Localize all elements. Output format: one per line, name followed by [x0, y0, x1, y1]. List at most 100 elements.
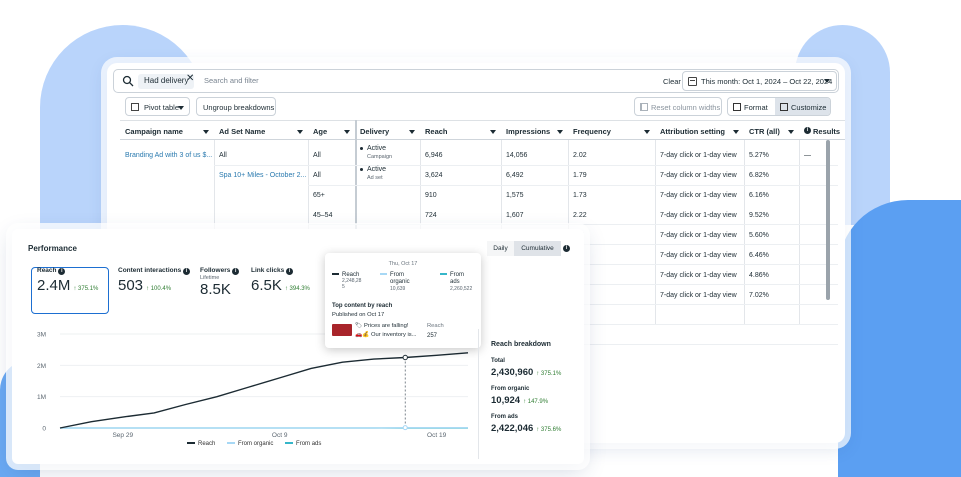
format-label: Format — [744, 103, 768, 112]
table-cell: All — [313, 172, 321, 179]
legend-ads: From ads — [296, 441, 322, 447]
tooltip-reach: Reach 2,248,28 5 — [332, 272, 361, 290]
column-header[interactable]: Impressions — [501, 120, 568, 140]
ungroup-breakdowns-button[interactable]: Ungroup breakdowns — [196, 97, 276, 116]
format-button[interactable]: Format — [728, 98, 775, 115]
column-header[interactable]: Age — [308, 120, 355, 140]
legend-reach: Reach — [198, 441, 216, 447]
table-cell: 7-day click or 1-day view — [660, 272, 737, 279]
table-cell: 3,624 — [425, 172, 443, 179]
table-cell: 1,575 — [506, 192, 524, 199]
table-cell: 7-day click or 1-day view — [660, 252, 737, 259]
reset-label: Reset column widths — [651, 103, 721, 112]
divider — [655, 140, 656, 325]
reach-breakdown: Reach breakdown Total 2,430,960 ↑ 375.1% … — [478, 329, 578, 459]
chevron-down-icon — [824, 79, 830, 83]
series-line-reach — [59, 352, 469, 429]
x-tick-label: Sep 29 — [112, 432, 133, 439]
table-cell: 7-day click or 1-day view — [660, 232, 737, 239]
table-cell: 2.02 — [573, 152, 587, 159]
column-header[interactable]: CTR (all) — [744, 120, 799, 140]
y-tick-label: 0 — [42, 426, 46, 433]
table-cell: 9.52% — [749, 212, 769, 219]
search-filter-bar[interactable]: Had delivery ✕ Search and filter Clear T… — [113, 69, 839, 93]
x-tick-label: Oct 19 — [427, 432, 447, 439]
followers-metric[interactable]: Followers i Lifetime 8.5K — [200, 267, 240, 298]
column-header[interactable]: Ad Set Name — [214, 120, 308, 140]
content-interactions-metric[interactable]: Content interactions i 503 ↑ 100.4% — [118, 267, 191, 294]
table-cell: 7.02% — [749, 292, 769, 299]
tooltip-organic: From organic 10,639 — [380, 272, 410, 292]
info-icon: i — [804, 127, 811, 134]
date-range-picker[interactable]: This month: Oct 1, 2024 – Oct 22, 2024 — [682, 71, 837, 91]
table-toolbar: Pivot table Ungroup breakdowns Reset col… — [107, 97, 845, 119]
table-cell: 2.22 — [573, 212, 587, 219]
table-cell: 724 — [425, 212, 437, 219]
legend-organic: From organic — [238, 441, 274, 447]
performance-card: Performance Daily Cumulative i Reach i 2… — [12, 229, 584, 464]
link-clicks-metric[interactable]: Link clicks i 6.5K ↑ 394.3% — [251, 267, 310, 294]
cumulative-button[interactable]: Cumulative — [514, 241, 561, 256]
divider — [744, 140, 745, 325]
background-shape — [838, 200, 961, 477]
column-header[interactable]: Reach — [420, 120, 501, 140]
pivot-icon — [131, 103, 139, 111]
tooltip-date: Thu, Oct 17 — [388, 261, 418, 267]
breakdown-value: 10,924 ↑ 147.9% — [491, 395, 549, 406]
info-icon[interactable]: i — [563, 245, 570, 252]
table-cell: 1.79 — [573, 172, 587, 179]
table-cell: All — [219, 152, 227, 159]
customize-button[interactable]: Customize — [775, 98, 830, 115]
table-cell: 6.82% — [749, 172, 769, 179]
daily-button[interactable]: Daily — [487, 241, 514, 256]
y-tick-label: 3M — [37, 332, 46, 339]
table-cell: 1,607 — [506, 212, 524, 219]
breakdown-label: From ads — [491, 414, 519, 420]
breakdown-value: 2,430,960 ↑ 375.1% — [491, 367, 562, 378]
x-tick-label: Oct 9 — [272, 432, 288, 439]
format-customize-group: Format Customize — [727, 97, 831, 116]
hover-point — [402, 354, 408, 361]
campaign-name-link[interactable]: Branding Ad with 3 of us $... — [125, 152, 212, 159]
breakdown-label: Total — [491, 358, 505, 364]
close-icon[interactable]: ✕ — [186, 73, 194, 84]
search-input[interactable]: Search and filter — [204, 76, 259, 85]
delivery-status: Active Ad set — [360, 166, 386, 182]
info-icon: i — [232, 268, 240, 275]
column-header[interactable]: Delivery — [355, 120, 420, 140]
table-cell: 6.46% — [749, 252, 769, 259]
column-header[interactable]: Campaign name — [120, 120, 214, 140]
table-cell: 14,056 — [506, 152, 528, 159]
table-cell: 7-day click or 1-day view — [660, 152, 737, 159]
column-header[interactable]: Attribution setting — [655, 120, 744, 140]
view-toggle: Daily Cumulative — [487, 241, 561, 256]
search-icon — [122, 75, 134, 87]
post-thumbnail[interactable] — [332, 324, 352, 336]
scrollbar[interactable] — [826, 140, 830, 300]
table-cell: 6,946 — [425, 152, 443, 159]
hover-point — [402, 425, 408, 431]
adset-name-link[interactable]: Spa 10+ Miles - October 2... — [219, 172, 306, 179]
column-header[interactable]: i Results — [799, 120, 845, 140]
reset-column-widths-button[interactable]: Reset column widths — [634, 97, 722, 116]
info-icon: i — [286, 268, 294, 275]
clear-button[interactable]: Clear — [663, 77, 681, 86]
chevron-down-icon — [178, 106, 184, 110]
pivot-table-button[interactable]: Pivot table — [125, 97, 190, 116]
info-icon: i — [58, 268, 66, 275]
table-cell: 65+ — [313, 192, 325, 199]
breakdown-label: From organic — [491, 386, 530, 392]
reset-icon — [640, 103, 648, 111]
y-tick-label: 2M — [37, 363, 46, 370]
table-cell: 7-day click or 1-day view — [660, 172, 737, 179]
table-cell: 5.27% — [749, 152, 769, 159]
table-cell: 7-day click or 1-day view — [660, 292, 737, 299]
published-date: Published on Oct 17 — [332, 312, 385, 318]
divider — [799, 140, 800, 325]
post-reach-value: 257 — [427, 333, 438, 339]
post-text: 🏷 Prices are falling! — [355, 323, 409, 329]
table-cell: 5.60% — [749, 232, 769, 239]
table-cell: All — [313, 152, 321, 159]
table-cell: 6,492 — [506, 172, 524, 179]
column-header[interactable]: Frequency — [568, 120, 655, 140]
